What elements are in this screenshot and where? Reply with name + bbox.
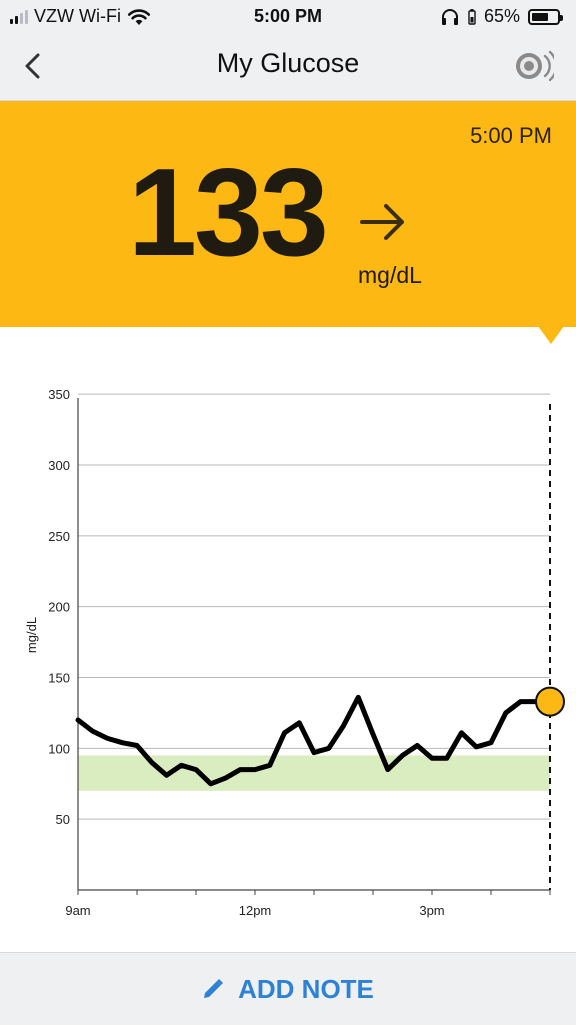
y-tick-label: 100 <box>48 741 70 756</box>
page-title: My Glucose <box>216 48 360 78</box>
x-tick-label: 12pm <box>239 903 272 918</box>
glucose-value: 133 <box>128 144 329 282</box>
battery-icon <box>528 8 563 25</box>
status-bar: VZW Wi-Fi 5:00 PM 65% <box>0 0 576 34</box>
trend-arrow-right-icon <box>360 204 404 240</box>
add-note-label: ADD NOTE <box>238 973 374 1004</box>
y-tick-label: 50 <box>56 812 70 827</box>
y-tick-label: 300 <box>48 458 70 473</box>
glucose-unit: mg/dL <box>358 262 422 288</box>
battery-fill <box>532 12 548 21</box>
add-note-button[interactable]: ADD NOTE <box>0 971 576 1007</box>
y-tick-label: 250 <box>48 529 70 544</box>
headphones-icon <box>441 8 458 25</box>
battery-percent: 65% <box>483 6 520 26</box>
sensor-sound-icon[interactable] <box>514 48 554 84</box>
banner-pointer <box>538 326 564 344</box>
reading-time: 5:00 PM <box>470 123 552 148</box>
battery-status-icon <box>468 8 476 25</box>
bottom-bar: ADD NOTE <box>0 952 576 1025</box>
pencil-icon <box>204 979 224 998</box>
current-value-marker <box>535 686 565 717</box>
current-reading-banner: 5:00 PM 133 <box>0 101 576 327</box>
nav-header: My Glucose <box>0 34 576 101</box>
y-tick-label: 350 <box>48 387 70 402</box>
status-right: 65% <box>440 6 563 27</box>
y-tick-label: 200 <box>48 600 70 615</box>
x-tick-label: 9am <box>65 903 90 918</box>
y-tick-label: 150 <box>48 671 70 686</box>
y-axis-label: mg/dL <box>24 617 39 653</box>
x-tick-label: 3pm <box>419 903 444 918</box>
glucose-chart: 50 100 150 200 250 300 350 9am 12pm 3pm mg/dL <box>24 387 565 918</box>
